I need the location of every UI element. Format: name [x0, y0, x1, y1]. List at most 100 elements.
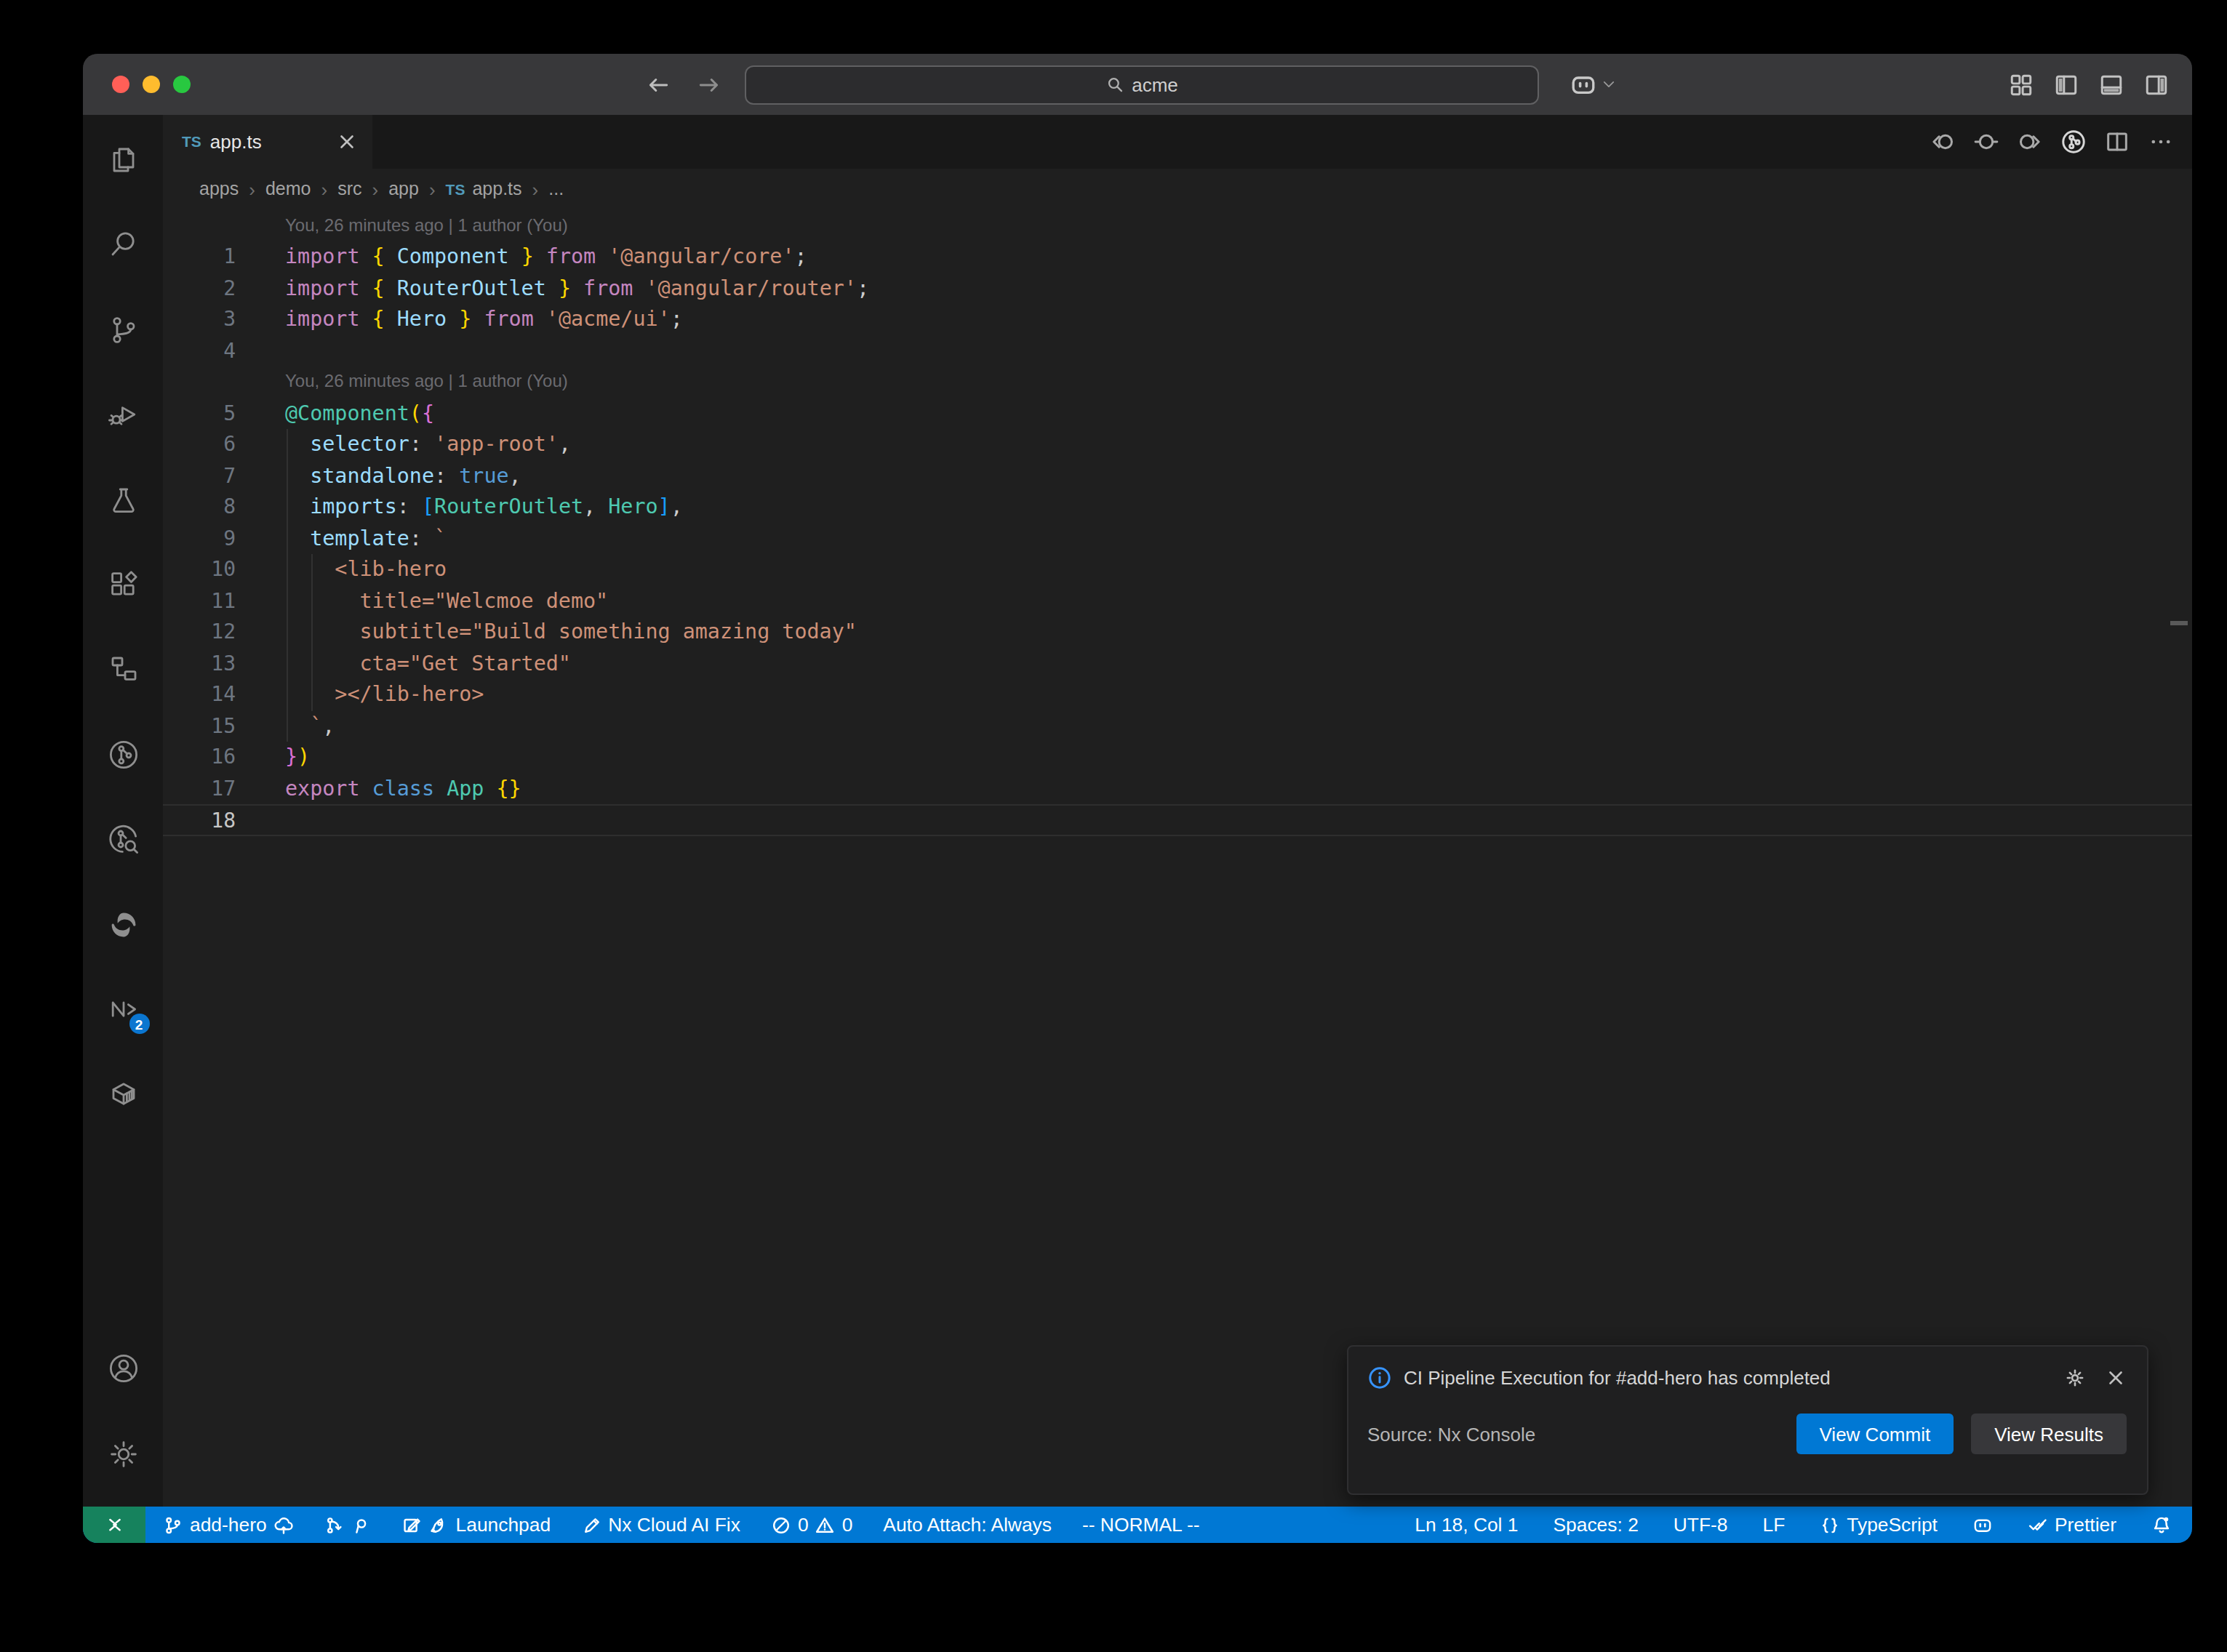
- breadcrumb-item[interactable]: apps: [199, 179, 239, 199]
- remote-indicator[interactable]: [83, 1507, 145, 1543]
- git-branch-icon: [163, 1515, 183, 1535]
- toggle-primary-sidebar-icon[interactable]: [2054, 72, 2079, 97]
- pencil-icon: [581, 1515, 601, 1535]
- activity-item-graph-search[interactable]: [83, 804, 163, 874]
- status-vim-mode[interactable]: -- NORMAL --: [1082, 1514, 1200, 1536]
- status-problems[interactable]: 00: [771, 1514, 852, 1536]
- customize-layout-icon[interactable]: [2009, 72, 2034, 97]
- rocket-icon: [429, 1515, 449, 1535]
- status-cursor-position[interactable]: Ln 18, Col 1: [1415, 1514, 1518, 1536]
- status-encoding[interactable]: UTF-8: [1674, 1514, 1728, 1536]
- traffic-lights: [112, 54, 191, 115]
- notification-close-icon[interactable]: [2105, 1367, 2127, 1389]
- code-line-4: 4: [163, 335, 2192, 366]
- breadcrumb-more[interactable]: ...: [548, 179, 564, 199]
- titlebar: acme: [83, 54, 2192, 115]
- breadcrumb-item[interactable]: app: [388, 179, 419, 199]
- breadcrumb-separator: ›: [249, 178, 255, 200]
- activity-item-box-3d[interactable]: [83, 1059, 163, 1129]
- minimize-button[interactable]: [143, 76, 160, 93]
- indent-guide: [286, 429, 287, 742]
- remote-icon: [104, 1515, 124, 1535]
- code-line-5: 5@Component({: [163, 398, 2192, 429]
- code-line-14: 14 ></lib-hero>: [163, 679, 2192, 710]
- code-line-16: 16}): [163, 742, 2192, 773]
- activity-item-graph-circle[interactable]: [83, 720, 163, 790]
- swirl-icon: [105, 907, 140, 942]
- split-editor-icon[interactable]: [2105, 129, 2130, 154]
- timeline-forward-icon[interactable]: [2018, 129, 2042, 154]
- blame-annotation: You, 26 minutes ago | 1 author (You): [163, 366, 2192, 398]
- code-line-3: 3import { Hero } from '@acme/ui';: [163, 304, 2192, 335]
- search-icon: [1105, 75, 1124, 94]
- files-icon: [105, 143, 140, 177]
- hierarchy-icon: [105, 652, 140, 687]
- debug-icon: [105, 397, 140, 432]
- status-prettier[interactable]: Prettier: [2028, 1514, 2116, 1536]
- code-line-1: 1import { Component } from '@angular/cor…: [163, 241, 2192, 273]
- graph-search-icon: [105, 822, 140, 857]
- copilot-menu[interactable]: [1570, 54, 1616, 115]
- view-commit-button[interactable]: View Commit: [1796, 1414, 1954, 1454]
- breadcrumb-separator: ›: [429, 178, 436, 200]
- close-button[interactable]: [112, 76, 129, 93]
- nav-back-button[interactable]: [646, 54, 671, 115]
- typescript-file-icon: TS: [446, 180, 465, 198]
- warning-triangle-icon: [815, 1515, 836, 1535]
- tab-app-ts[interactable]: TS app.ts: [163, 115, 372, 168]
- breadcrumb-item[interactable]: src: [337, 179, 361, 199]
- activity-item-gear[interactable]: [83, 1419, 163, 1488]
- indent-guide: [311, 554, 312, 710]
- activity-item-extensions[interactable]: [83, 550, 163, 620]
- nx-badge: 2: [129, 1014, 149, 1034]
- bell-dot-icon: [2151, 1515, 2172, 1535]
- breadcrumb-item[interactable]: demo: [265, 179, 311, 199]
- ellipsis-icon[interactable]: [2148, 129, 2173, 154]
- editor-group: TS app.ts apps›demo›src›app›TSapp.ts›...…: [163, 115, 2192, 1507]
- status-notifications-bell[interactable]: [2151, 1515, 2172, 1535]
- status-indentation[interactable]: Spaces: 2: [1554, 1514, 1639, 1536]
- zoom-button[interactable]: [173, 76, 191, 93]
- notification-settings-icon[interactable]: [2064, 1367, 2086, 1389]
- activity-item-nx[interactable]: 2: [83, 974, 163, 1044]
- activity-item-source-control[interactable]: [83, 295, 163, 365]
- nav-forward-button[interactable]: [697, 54, 721, 115]
- toggle-secondary-sidebar-icon[interactable]: [2144, 72, 2169, 97]
- scrollbar-marker[interactable]: [2170, 620, 2188, 625]
- command-center-search[interactable]: acme: [745, 65, 1539, 104]
- notification-toast: CI Pipeline Execution for #add-hero has …: [1347, 1345, 2148, 1495]
- status-auto-attach[interactable]: Auto Attach: Always: [883, 1514, 1052, 1536]
- status-copilot-status[interactable]: [1972, 1515, 1993, 1535]
- activity-item-account[interactable]: [83, 1333, 163, 1403]
- activity-item-swirl[interactable]: [83, 889, 163, 959]
- close-tab-icon[interactable]: [336, 131, 358, 153]
- status-branch-indicator[interactable]: add-hero: [163, 1514, 294, 1536]
- breadcrumb-separator: ›: [372, 178, 379, 200]
- timeline-current-icon[interactable]: [1974, 129, 1999, 154]
- status-launchpad[interactable]: Launchpad: [402, 1514, 551, 1536]
- code-line-10: 10 <lib-hero: [163, 554, 2192, 585]
- activity-item-beaker[interactable]: [83, 465, 163, 534]
- breadcrumb-separator: ›: [321, 178, 327, 200]
- timeline-back-icon[interactable]: [1930, 129, 1955, 154]
- activity-item-debug[interactable]: [83, 380, 163, 449]
- status-language[interactable]: TypeScript: [1820, 1514, 1938, 1536]
- source-control-icon: [105, 313, 140, 348]
- activity-item-hierarchy[interactable]: [83, 635, 163, 705]
- breadcrumb-file[interactable]: TSapp.ts: [446, 179, 522, 199]
- search-icon: [105, 228, 140, 262]
- tab-label: app.ts: [210, 131, 262, 153]
- code-line-11: 11 title="Welcmoe demo": [163, 585, 2192, 617]
- code-line-8: 8 imports: [RouterOutlet, Hero],: [163, 492, 2192, 523]
- activity-item-search[interactable]: [83, 210, 163, 280]
- arrow-right-icon: [697, 72, 721, 97]
- status-eol[interactable]: LF: [1763, 1514, 1786, 1536]
- git-graph-circle-icon[interactable]: [2061, 129, 2086, 154]
- activity-item-files[interactable]: [83, 125, 163, 195]
- editor-code-area[interactable]: You, 26 minutes ago | 1 author (You) 1imp…: [163, 210, 2192, 1507]
- status-nx-cloud-ai-fix[interactable]: Nx Cloud AI Fix: [581, 1514, 740, 1536]
- status-graph-status[interactable]: [324, 1515, 372, 1535]
- toggle-panel-icon[interactable]: [2099, 72, 2124, 97]
- view-results-button[interactable]: View Results: [1971, 1414, 2127, 1454]
- mini-graph-icon: [324, 1515, 345, 1535]
